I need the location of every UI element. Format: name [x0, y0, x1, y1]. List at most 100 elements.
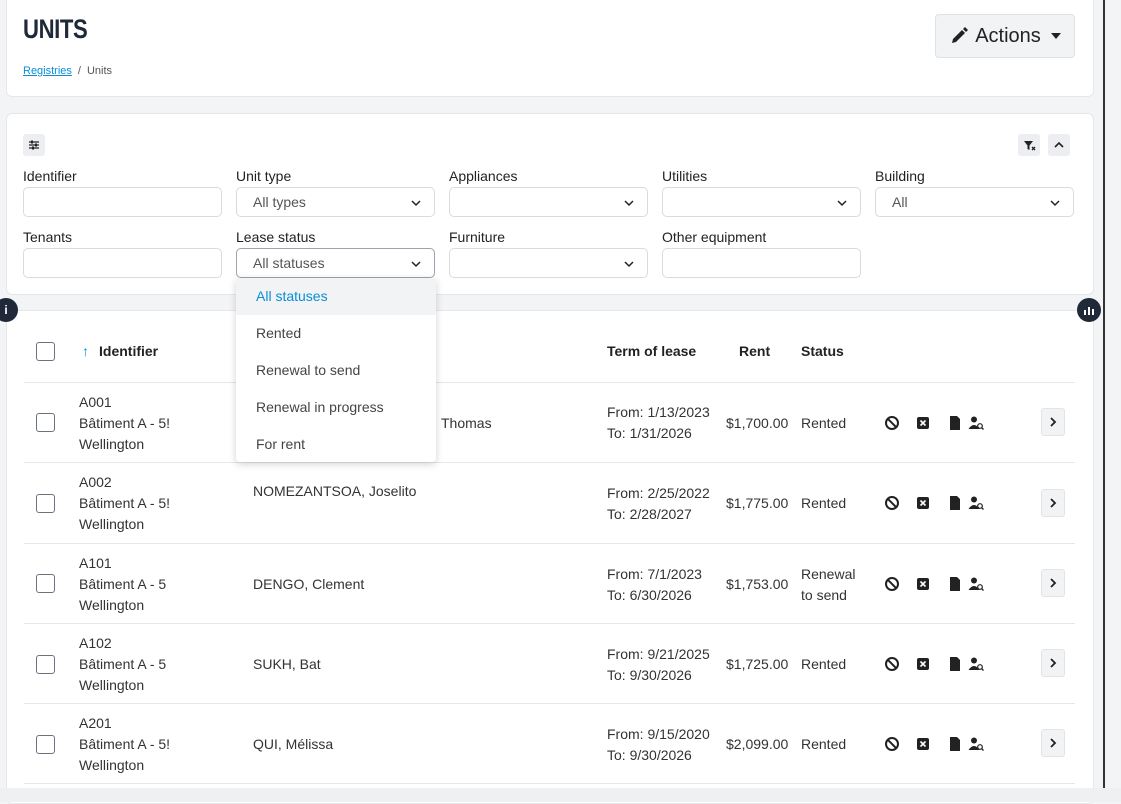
chevron-down-icon [1050, 200, 1060, 207]
lease-status-label: Lease status [236, 229, 316, 245]
dropdown-option[interactable]: Renewal to send [236, 352, 436, 389]
utilities-label: Utilities [662, 168, 708, 184]
tenant-cell: QUI, Mélissa [253, 736, 334, 752]
collapse-filters-button[interactable] [1048, 134, 1070, 156]
row-open-button[interactable] [1041, 489, 1065, 517]
document-icon[interactable] [947, 656, 963, 672]
unit-identifier-cell: A102 Bâtiment A - 5 Wellington [79, 635, 167, 693]
chevron-down-icon [411, 200, 421, 207]
other-equipment-input[interactable] [662, 248, 861, 278]
close-square-icon[interactable] [915, 736, 931, 752]
actions-button[interactable]: Actions [935, 14, 1075, 58]
row-divider [24, 703, 1075, 704]
rent-header[interactable]: Rent [739, 343, 770, 359]
utilities-select[interactable] [662, 187, 861, 217]
chevron-down-icon [624, 200, 634, 207]
identifier-header[interactable]: ↑ Identifier [82, 343, 158, 359]
furniture-label: Furniture [449, 229, 506, 245]
row-divider [24, 623, 1075, 624]
identifier-label: Identifier [23, 168, 77, 184]
user-search-icon[interactable] [968, 495, 984, 511]
row-open-button[interactable] [1041, 649, 1065, 677]
tenants-input[interactable] [23, 248, 222, 278]
chevron-right-icon [1050, 658, 1057, 668]
term-cell: From: 1/13/2023 To: 1/31/2026 [607, 404, 710, 441]
page-header: UNITS Registries / Units Actions [6, 0, 1094, 97]
user-search-icon[interactable] [968, 736, 984, 752]
term-cell: From: 9/21/2025 To: 9/30/2026 [607, 646, 710, 683]
row-open-button[interactable] [1041, 569, 1065, 597]
rent-cell: $1,725.00 [726, 656, 789, 672]
ban-icon[interactable] [884, 415, 900, 431]
chevron-right-icon [1050, 417, 1057, 427]
row-open-button[interactable] [1041, 729, 1065, 757]
dropdown-option[interactable]: Renewal in progress [236, 389, 436, 426]
pencil-icon [952, 27, 969, 43]
user-search-icon[interactable] [968, 576, 984, 592]
unit-identifier-cell: A201 Bâtiment A - 5! Wellington [79, 715, 169, 773]
chevron-down-icon [837, 200, 847, 207]
row-divider [24, 462, 1075, 463]
row-open-button[interactable] [1041, 408, 1065, 436]
chart-icon [1084, 307, 1094, 315]
ban-icon[interactable] [884, 656, 900, 672]
row-divider [24, 382, 1075, 383]
building-select[interactable]: All [875, 187, 1074, 217]
sort-ascending-icon: ↑ [82, 343, 89, 359]
row-checkbox[interactable] [36, 655, 55, 674]
status-cell: Rented [801, 495, 847, 511]
appliances-label: Appliances [449, 168, 518, 184]
dropdown-option[interactable]: For rent [236, 426, 436, 462]
tenant-cell: SUKH, Bat [253, 656, 321, 672]
close-square-icon[interactable] [915, 495, 931, 511]
dropdown-option[interactable]: Rented [236, 315, 436, 352]
dropdown-option[interactable]: All statuses [236, 278, 436, 315]
identifier-input[interactable] [23, 187, 222, 217]
user-search-icon[interactable] [968, 656, 984, 672]
row-checkbox[interactable] [36, 574, 55, 593]
clear-filters-button[interactable] [1018, 134, 1040, 156]
term-header[interactable]: Term of lease [607, 343, 696, 359]
select-all-checkbox[interactable] [36, 342, 55, 361]
row-checkbox[interactable] [36, 494, 55, 513]
stats-badge[interactable] [1077, 298, 1101, 322]
close-square-icon[interactable] [915, 415, 931, 431]
rent-cell: $1,753.00 [726, 576, 789, 592]
ban-icon[interactable] [884, 736, 900, 752]
status-header[interactable]: Status [801, 343, 844, 359]
building-label: Building [875, 168, 925, 184]
ban-icon[interactable] [884, 495, 900, 511]
close-square-icon[interactable] [915, 656, 931, 672]
document-icon[interactable] [947, 576, 963, 592]
lease-status-select[interactable]: All statuses [236, 248, 435, 278]
unit-identifier-cell: A002 Bâtiment A - 5! Wellington [79, 474, 169, 532]
ban-icon[interactable] [884, 576, 900, 592]
unit-type-select[interactable]: All types [236, 187, 435, 217]
close-square-icon[interactable] [915, 576, 931, 592]
appliances-select[interactable] [449, 187, 648, 217]
chevron-down-icon [411, 261, 421, 268]
lease-status-dropdown: All statuses Rented Renewal to send Rene… [236, 278, 436, 462]
units-table [6, 310, 1094, 804]
document-icon[interactable] [947, 415, 963, 431]
row-divider [24, 783, 1075, 784]
unit-type-value: All types [253, 194, 306, 210]
breadcrumb-link-registries[interactable]: Registries [23, 65, 72, 77]
rent-cell: $2,099.00 [726, 736, 789, 752]
document-icon[interactable] [947, 495, 963, 511]
tenant-cell: Thomas [441, 415, 492, 431]
term-cell: From: 7/1/2023 To: 6/30/2026 [607, 566, 702, 603]
furniture-select[interactable] [449, 248, 648, 278]
caret-down-icon [1050, 33, 1061, 39]
rent-cell: $1,700.00 [726, 415, 789, 431]
filter-panel: Identifier Unit type Appliances Utilitie… [6, 113, 1094, 295]
row-checkbox[interactable] [36, 735, 55, 754]
breadcrumb-current: Units [86, 65, 113, 77]
row-checkbox[interactable] [36, 413, 55, 432]
status-cell: Rented [801, 656, 847, 672]
unit-identifier-cell: A001 Bâtiment A - 5! Wellington [79, 394, 169, 452]
filter-settings-button[interactable] [23, 134, 45, 156]
chevron-right-icon [1050, 578, 1057, 588]
user-search-icon[interactable] [968, 415, 984, 431]
document-icon[interactable] [947, 736, 963, 752]
